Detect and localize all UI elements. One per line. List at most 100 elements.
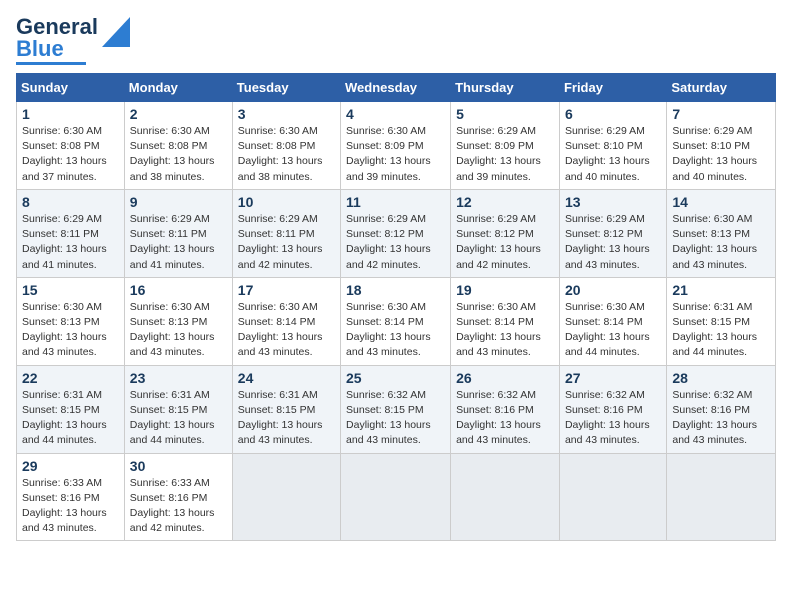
calendar-cell: 11 Sunrise: 6:29 AM Sunset: 8:12 PM Dayl… [341,189,451,277]
day-number: 27 [565,370,661,386]
day-info: Sunrise: 6:32 AM Sunset: 8:16 PM Dayligh… [456,388,554,449]
day-number: 28 [672,370,770,386]
column-header-wednesday: Wednesday [341,74,451,102]
calendar-body: 1 Sunrise: 6:30 AM Sunset: 8:08 PM Dayli… [17,102,776,541]
calendar-cell: 18 Sunrise: 6:30 AM Sunset: 8:14 PM Dayl… [341,277,451,365]
column-header-thursday: Thursday [451,74,560,102]
calendar-cell: 17 Sunrise: 6:30 AM Sunset: 8:14 PM Dayl… [232,277,340,365]
day-number: 5 [456,106,554,122]
calendar-week-1: 1 Sunrise: 6:30 AM Sunset: 8:08 PM Dayli… [17,102,776,190]
day-number: 19 [456,282,554,298]
calendar-cell [559,453,666,541]
calendar-cell [341,453,451,541]
calendar-cell: 6 Sunrise: 6:29 AM Sunset: 8:10 PM Dayli… [559,102,666,190]
calendar-cell: 4 Sunrise: 6:30 AM Sunset: 8:09 PM Dayli… [341,102,451,190]
calendar-cell: 28 Sunrise: 6:32 AM Sunset: 8:16 PM Dayl… [667,365,776,453]
calendar-cell: 16 Sunrise: 6:30 AM Sunset: 8:13 PM Dayl… [124,277,232,365]
calendar-week-4: 22 Sunrise: 6:31 AM Sunset: 8:15 PM Dayl… [17,365,776,453]
day-info: Sunrise: 6:31 AM Sunset: 8:15 PM Dayligh… [130,388,227,449]
calendar-cell: 29 Sunrise: 6:33 AM Sunset: 8:16 PM Dayl… [17,453,125,541]
day-info: Sunrise: 6:33 AM Sunset: 8:16 PM Dayligh… [130,476,227,537]
day-number: 26 [456,370,554,386]
day-info: Sunrise: 6:30 AM Sunset: 8:09 PM Dayligh… [346,124,445,185]
calendar-cell: 22 Sunrise: 6:31 AM Sunset: 8:15 PM Dayl… [17,365,125,453]
calendar-cell: 5 Sunrise: 6:29 AM Sunset: 8:09 PM Dayli… [451,102,560,190]
calendar-cell: 15 Sunrise: 6:30 AM Sunset: 8:13 PM Dayl… [17,277,125,365]
calendar-cell: 30 Sunrise: 6:33 AM Sunset: 8:16 PM Dayl… [124,453,232,541]
calendar-cell: 24 Sunrise: 6:31 AM Sunset: 8:15 PM Dayl… [232,365,340,453]
calendar-cell: 9 Sunrise: 6:29 AM Sunset: 8:11 PM Dayli… [124,189,232,277]
day-number: 4 [346,106,445,122]
day-number: 30 [130,458,227,474]
day-info: Sunrise: 6:29 AM Sunset: 8:11 PM Dayligh… [130,212,227,273]
calendar-cell: 20 Sunrise: 6:30 AM Sunset: 8:14 PM Dayl… [559,277,666,365]
day-number: 12 [456,194,554,210]
day-info: Sunrise: 6:32 AM Sunset: 8:15 PM Dayligh… [346,388,445,449]
logo-arrow-icon [102,17,130,47]
calendar-header-row: SundayMondayTuesdayWednesdayThursdayFrid… [17,74,776,102]
calendar-cell: 21 Sunrise: 6:31 AM Sunset: 8:15 PM Dayl… [667,277,776,365]
calendar-cell: 3 Sunrise: 6:30 AM Sunset: 8:08 PM Dayli… [232,102,340,190]
day-info: Sunrise: 6:29 AM Sunset: 8:10 PM Dayligh… [672,124,770,185]
calendar-week-3: 15 Sunrise: 6:30 AM Sunset: 8:13 PM Dayl… [17,277,776,365]
column-header-friday: Friday [559,74,666,102]
day-info: Sunrise: 6:29 AM Sunset: 8:12 PM Dayligh… [346,212,445,273]
day-number: 11 [346,194,445,210]
day-number: 1 [22,106,119,122]
calendar-cell: 2 Sunrise: 6:30 AM Sunset: 8:08 PM Dayli… [124,102,232,190]
calendar-cell [232,453,340,541]
calendar-cell: 10 Sunrise: 6:29 AM Sunset: 8:11 PM Dayl… [232,189,340,277]
calendar-cell: 12 Sunrise: 6:29 AM Sunset: 8:12 PM Dayl… [451,189,560,277]
day-info: Sunrise: 6:29 AM Sunset: 8:12 PM Dayligh… [456,212,554,273]
day-number: 8 [22,194,119,210]
column-header-monday: Monday [124,74,232,102]
day-number: 21 [672,282,770,298]
calendar-table: SundayMondayTuesdayWednesdayThursdayFrid… [16,73,776,541]
calendar-cell: 14 Sunrise: 6:30 AM Sunset: 8:13 PM Dayl… [667,189,776,277]
day-info: Sunrise: 6:29 AM Sunset: 8:12 PM Dayligh… [565,212,661,273]
day-number: 7 [672,106,770,122]
column-header-sunday: Sunday [17,74,125,102]
day-number: 3 [238,106,335,122]
day-info: Sunrise: 6:31 AM Sunset: 8:15 PM Dayligh… [22,388,119,449]
day-number: 24 [238,370,335,386]
day-info: Sunrise: 6:29 AM Sunset: 8:10 PM Dayligh… [565,124,661,185]
calendar-cell: 25 Sunrise: 6:32 AM Sunset: 8:15 PM Dayl… [341,365,451,453]
day-info: Sunrise: 6:29 AM Sunset: 8:11 PM Dayligh… [22,212,119,273]
day-number: 10 [238,194,335,210]
day-info: Sunrise: 6:30 AM Sunset: 8:08 PM Dayligh… [238,124,335,185]
day-number: 15 [22,282,119,298]
day-info: Sunrise: 6:30 AM Sunset: 8:14 PM Dayligh… [565,300,661,361]
day-number: 23 [130,370,227,386]
day-info: Sunrise: 6:32 AM Sunset: 8:16 PM Dayligh… [565,388,661,449]
day-info: Sunrise: 6:30 AM Sunset: 8:08 PM Dayligh… [130,124,227,185]
day-info: Sunrise: 6:30 AM Sunset: 8:13 PM Dayligh… [22,300,119,361]
day-number: 9 [130,194,227,210]
day-number: 25 [346,370,445,386]
day-info: Sunrise: 6:29 AM Sunset: 8:09 PM Dayligh… [456,124,554,185]
logo: GeneralBlue [16,16,130,65]
calendar-week-5: 29 Sunrise: 6:33 AM Sunset: 8:16 PM Dayl… [17,453,776,541]
day-number: 6 [565,106,661,122]
day-info: Sunrise: 6:29 AM Sunset: 8:11 PM Dayligh… [238,212,335,273]
day-number: 17 [238,282,335,298]
day-number: 20 [565,282,661,298]
day-number: 29 [22,458,119,474]
calendar-cell [667,453,776,541]
column-header-saturday: Saturday [667,74,776,102]
calendar-cell: 26 Sunrise: 6:32 AM Sunset: 8:16 PM Dayl… [451,365,560,453]
calendar-cell: 1 Sunrise: 6:30 AM Sunset: 8:08 PM Dayli… [17,102,125,190]
day-number: 22 [22,370,119,386]
day-info: Sunrise: 6:30 AM Sunset: 8:14 PM Dayligh… [346,300,445,361]
day-info: Sunrise: 6:31 AM Sunset: 8:15 PM Dayligh… [238,388,335,449]
day-number: 14 [672,194,770,210]
header: GeneralBlue [16,16,776,65]
day-number: 18 [346,282,445,298]
day-info: Sunrise: 6:30 AM Sunset: 8:14 PM Dayligh… [456,300,554,361]
day-info: Sunrise: 6:30 AM Sunset: 8:13 PM Dayligh… [130,300,227,361]
calendar-cell: 13 Sunrise: 6:29 AM Sunset: 8:12 PM Dayl… [559,189,666,277]
calendar-cell: 8 Sunrise: 6:29 AM Sunset: 8:11 PM Dayli… [17,189,125,277]
day-info: Sunrise: 6:31 AM Sunset: 8:15 PM Dayligh… [672,300,770,361]
day-info: Sunrise: 6:33 AM Sunset: 8:16 PM Dayligh… [22,476,119,537]
calendar-cell: 19 Sunrise: 6:30 AM Sunset: 8:14 PM Dayl… [451,277,560,365]
